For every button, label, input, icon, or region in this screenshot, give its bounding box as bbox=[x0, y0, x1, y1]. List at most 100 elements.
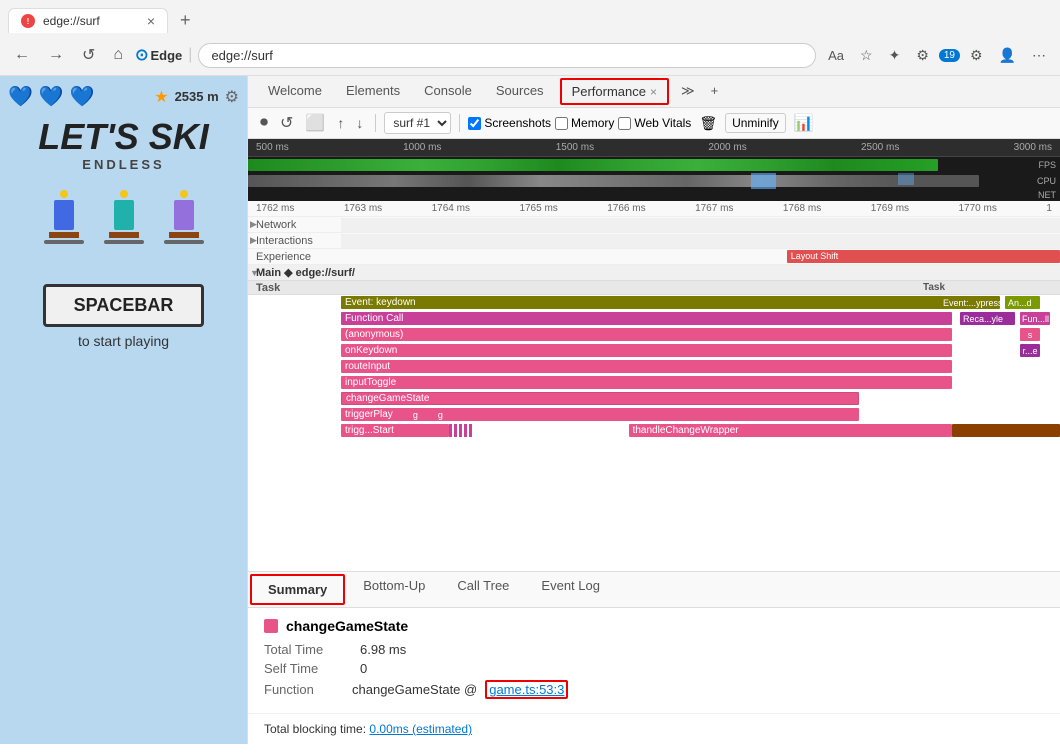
tab-sources[interactable]: Sources bbox=[484, 77, 556, 106]
task-bar-right: Task bbox=[920, 281, 1000, 294]
character-2 bbox=[104, 190, 144, 260]
upload-button[interactable]: ↑ bbox=[333, 113, 348, 133]
clear-button[interactable]: ⬜ bbox=[301, 111, 329, 135]
s-bar[interactable]: s bbox=[1020, 328, 1040, 341]
forward-button[interactable]: → bbox=[42, 42, 70, 68]
trash-button[interactable]: 🗑 bbox=[695, 113, 721, 134]
interactions-expand[interactable]: ▶ bbox=[248, 235, 256, 246]
onkeydown-row: onKeydown r...e bbox=[248, 343, 1060, 359]
extensions-button[interactable]: ⚙ bbox=[910, 43, 935, 68]
favorites-button[interactable]: ☆ bbox=[854, 43, 879, 68]
self-time-label: Self Time bbox=[264, 661, 344, 676]
tab-bottom-up[interactable]: Bottom-Up bbox=[347, 572, 441, 607]
more-button[interactable]: ⋯ bbox=[1026, 43, 1052, 68]
tab-welcome[interactable]: Welcome bbox=[256, 77, 334, 106]
re-bar[interactable]: r...e bbox=[1020, 344, 1040, 357]
network-expand[interactable]: ▶ bbox=[248, 219, 256, 230]
detail-ruler: 1762 ms 1763 ms 1764 ms 1765 ms 1766 ms … bbox=[248, 201, 1060, 217]
devtools-tab-bar: Welcome Elements Console Sources Perform… bbox=[248, 76, 1060, 108]
recalc-bar[interactable]: Reca...yle bbox=[960, 312, 1015, 325]
refresh-record-button[interactable]: ↺ bbox=[276, 111, 297, 135]
event-keypress-bar[interactable]: Event:...ypress bbox=[940, 296, 1000, 309]
memory-checkbox-label[interactable]: Memory bbox=[555, 116, 614, 130]
handle-change-bar[interactable]: thandleChangeWrapper bbox=[629, 424, 953, 437]
heart-2: 💙 bbox=[39, 84, 64, 109]
screenshots-checkbox-label[interactable]: Screenshots bbox=[468, 116, 551, 130]
summary-panel: changeGameState Total Time 6.98 ms Self … bbox=[248, 608, 1060, 713]
character-3 bbox=[164, 190, 204, 260]
task-label-left: Task bbox=[248, 282, 341, 294]
function-label: Function bbox=[264, 682, 344, 697]
tab-performance[interactable]: Performance × bbox=[560, 78, 669, 105]
record-button[interactable]: ⏺ bbox=[256, 112, 272, 134]
web-vitals-checkbox-label[interactable]: Web Vitals bbox=[618, 116, 691, 130]
toolbar-separator-2 bbox=[459, 114, 460, 132]
profile-button[interactable]: 👤 bbox=[993, 43, 1022, 68]
timeline-ruler: 500 ms 1000 ms 1500 ms 2000 ms 2500 ms 3… bbox=[248, 139, 1060, 157]
trigg-start-bar[interactable]: trigg...Start bbox=[341, 424, 449, 437]
function-call-bar[interactable]: Function Call bbox=[341, 312, 952, 325]
download-button[interactable]: ↓ bbox=[352, 113, 367, 133]
screenshots-checkbox[interactable] bbox=[468, 117, 481, 130]
tab-elements[interactable]: Elements bbox=[334, 77, 412, 106]
heart-3: 💙 bbox=[70, 84, 95, 109]
collections-button[interactable]: ✦ bbox=[883, 43, 907, 68]
flame-chart-button[interactable]: 📊 bbox=[790, 111, 818, 135]
route-input-bar[interactable]: routeInput bbox=[341, 360, 952, 373]
edge-logo: ⊙ Edge bbox=[135, 45, 182, 65]
cpu-bar: CPU bbox=[248, 173, 1060, 189]
timeline-overview: 500 ms 1000 ms 1500 ms 2000 ms 2500 ms 3… bbox=[248, 139, 1060, 201]
fps-label: FPS bbox=[1038, 157, 1056, 173]
tab-console[interactable]: Console bbox=[412, 77, 484, 106]
performance-tab-close[interactable]: × bbox=[650, 85, 657, 99]
refresh-button[interactable]: ↺ bbox=[76, 41, 101, 69]
browser-chrome: ! edge://surf × + ← → ↺ ⌂ ⊙ Edge | Aa ☆ … bbox=[0, 0, 1060, 76]
settings-button[interactable]: ⚙ bbox=[964, 43, 989, 68]
profile-select[interactable]: surf #1 bbox=[384, 112, 451, 134]
heart-1: 💙 bbox=[8, 84, 33, 109]
read-aloud-button[interactable]: Aa bbox=[822, 44, 850, 67]
tab-add[interactable]: + bbox=[703, 77, 727, 106]
flamechart-area: 1762 ms 1763 ms 1764 ms 1765 ms 1766 ms … bbox=[248, 201, 1060, 572]
function-link[interactable]: game.ts:53:3 bbox=[485, 680, 568, 699]
settings-gear-icon[interactable]: ⚙ bbox=[225, 87, 239, 107]
experience-row: Experience Layout Shift bbox=[248, 249, 1060, 265]
content-area: 💙 💙 💙 ★ 2535 m ⚙ LET'S SKI ENDLESS bbox=[0, 76, 1060, 744]
start-text: to start playing bbox=[78, 333, 169, 349]
layout-shift-bar[interactable]: Layout Shift bbox=[787, 250, 1060, 263]
main-expand[interactable]: ▼ bbox=[248, 268, 256, 278]
new-tab-button[interactable]: + bbox=[172, 6, 199, 35]
blocking-time-bar: Total blocking time: 0.00ms (estimated) bbox=[248, 713, 1060, 744]
edge-label: Edge bbox=[150, 48, 182, 63]
browser-tab[interactable]: ! edge://surf × bbox=[8, 8, 168, 33]
web-vitals-checkbox[interactable] bbox=[618, 117, 631, 130]
change-game-state-bar[interactable]: changeGameState bbox=[341, 392, 859, 405]
anonymous-bar[interactable]: (anonymous) bbox=[341, 328, 952, 341]
tab-more[interactable]: ≫ bbox=[673, 77, 703, 107]
perf-toolbar: ⏺ ↺ ⬜ ↑ ↓ surf #1 Screenshots Memory Web… bbox=[248, 108, 1060, 139]
tab-summary[interactable]: Summary bbox=[250, 574, 345, 605]
unminify-button[interactable]: Unminify bbox=[725, 113, 786, 133]
memory-checkbox[interactable] bbox=[555, 117, 568, 130]
tab-favicon: ! bbox=[21, 14, 35, 28]
score-value: 2535 m bbox=[175, 89, 219, 104]
tab-bar: ! edge://surf × + bbox=[0, 0, 1060, 35]
onkeydown-bar[interactable]: onKeydown bbox=[341, 344, 952, 357]
home-button[interactable]: ⌂ bbox=[107, 42, 129, 68]
fps-bar: FPS bbox=[248, 157, 1060, 173]
input-toggle-bar[interactable]: inputToggle bbox=[341, 376, 952, 389]
function-call-row: Function Call Reca...yle Fun...ll bbox=[248, 311, 1060, 327]
and-bar[interactable]: An...d bbox=[1005, 296, 1040, 309]
trigger-play-bar[interactable]: triggerPlay g g bbox=[341, 408, 859, 421]
tab-call-tree[interactable]: Call Tree bbox=[441, 572, 525, 607]
net-bar: NET bbox=[248, 189, 1060, 201]
back-button[interactable]: ← bbox=[8, 42, 36, 68]
tab-event-log[interactable]: Event Log bbox=[525, 572, 616, 607]
fun-bar[interactable]: Fun...ll bbox=[1020, 312, 1050, 325]
summary-title-row: changeGameState bbox=[264, 618, 1044, 634]
input-toggle-row: inputToggle bbox=[248, 375, 1060, 391]
event-keydown-bar[interactable]: Event: keydown bbox=[341, 296, 952, 309]
address-bar[interactable] bbox=[198, 43, 816, 68]
tab-close-icon[interactable]: × bbox=[147, 13, 155, 29]
blocking-time-value: 0.00ms (estimated) bbox=[369, 722, 472, 736]
